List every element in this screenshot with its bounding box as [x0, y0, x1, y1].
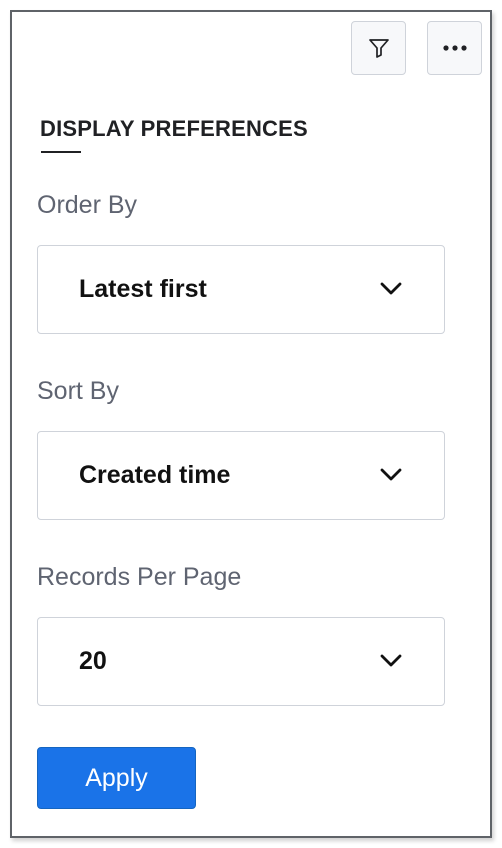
- sort-by-label: Sort By: [37, 377, 119, 405]
- records-per-page-label: Records Per Page: [37, 563, 242, 591]
- more-options-button[interactable]: [427, 21, 482, 75]
- chevron-down-icon: [380, 654, 402, 667]
- records-per-page-value: 20: [79, 647, 107, 675]
- section-title-underline: [41, 151, 81, 153]
- section-title: DISPLAY PREFERENCES: [40, 116, 308, 141]
- more-horizontal-icon: [442, 45, 467, 51]
- order-by-value: Latest first: [79, 275, 207, 303]
- order-by-select[interactable]: Latest first: [37, 245, 445, 334]
- filter-icon: [368, 39, 389, 58]
- chevron-down-icon: [380, 468, 402, 481]
- order-by-label: Order By: [37, 191, 138, 219]
- chevron-down-icon: [380, 282, 402, 295]
- sort-by-value: Created time: [79, 461, 231, 489]
- sort-by-select[interactable]: Created time: [37, 431, 445, 520]
- filter-button[interactable]: [351, 21, 406, 75]
- records-per-page-select[interactable]: 20: [37, 617, 445, 706]
- display-preferences-panel: DISPLAY PREFERENCES Order By Latest firs…: [10, 10, 492, 838]
- apply-button[interactable]: Apply: [37, 747, 196, 809]
